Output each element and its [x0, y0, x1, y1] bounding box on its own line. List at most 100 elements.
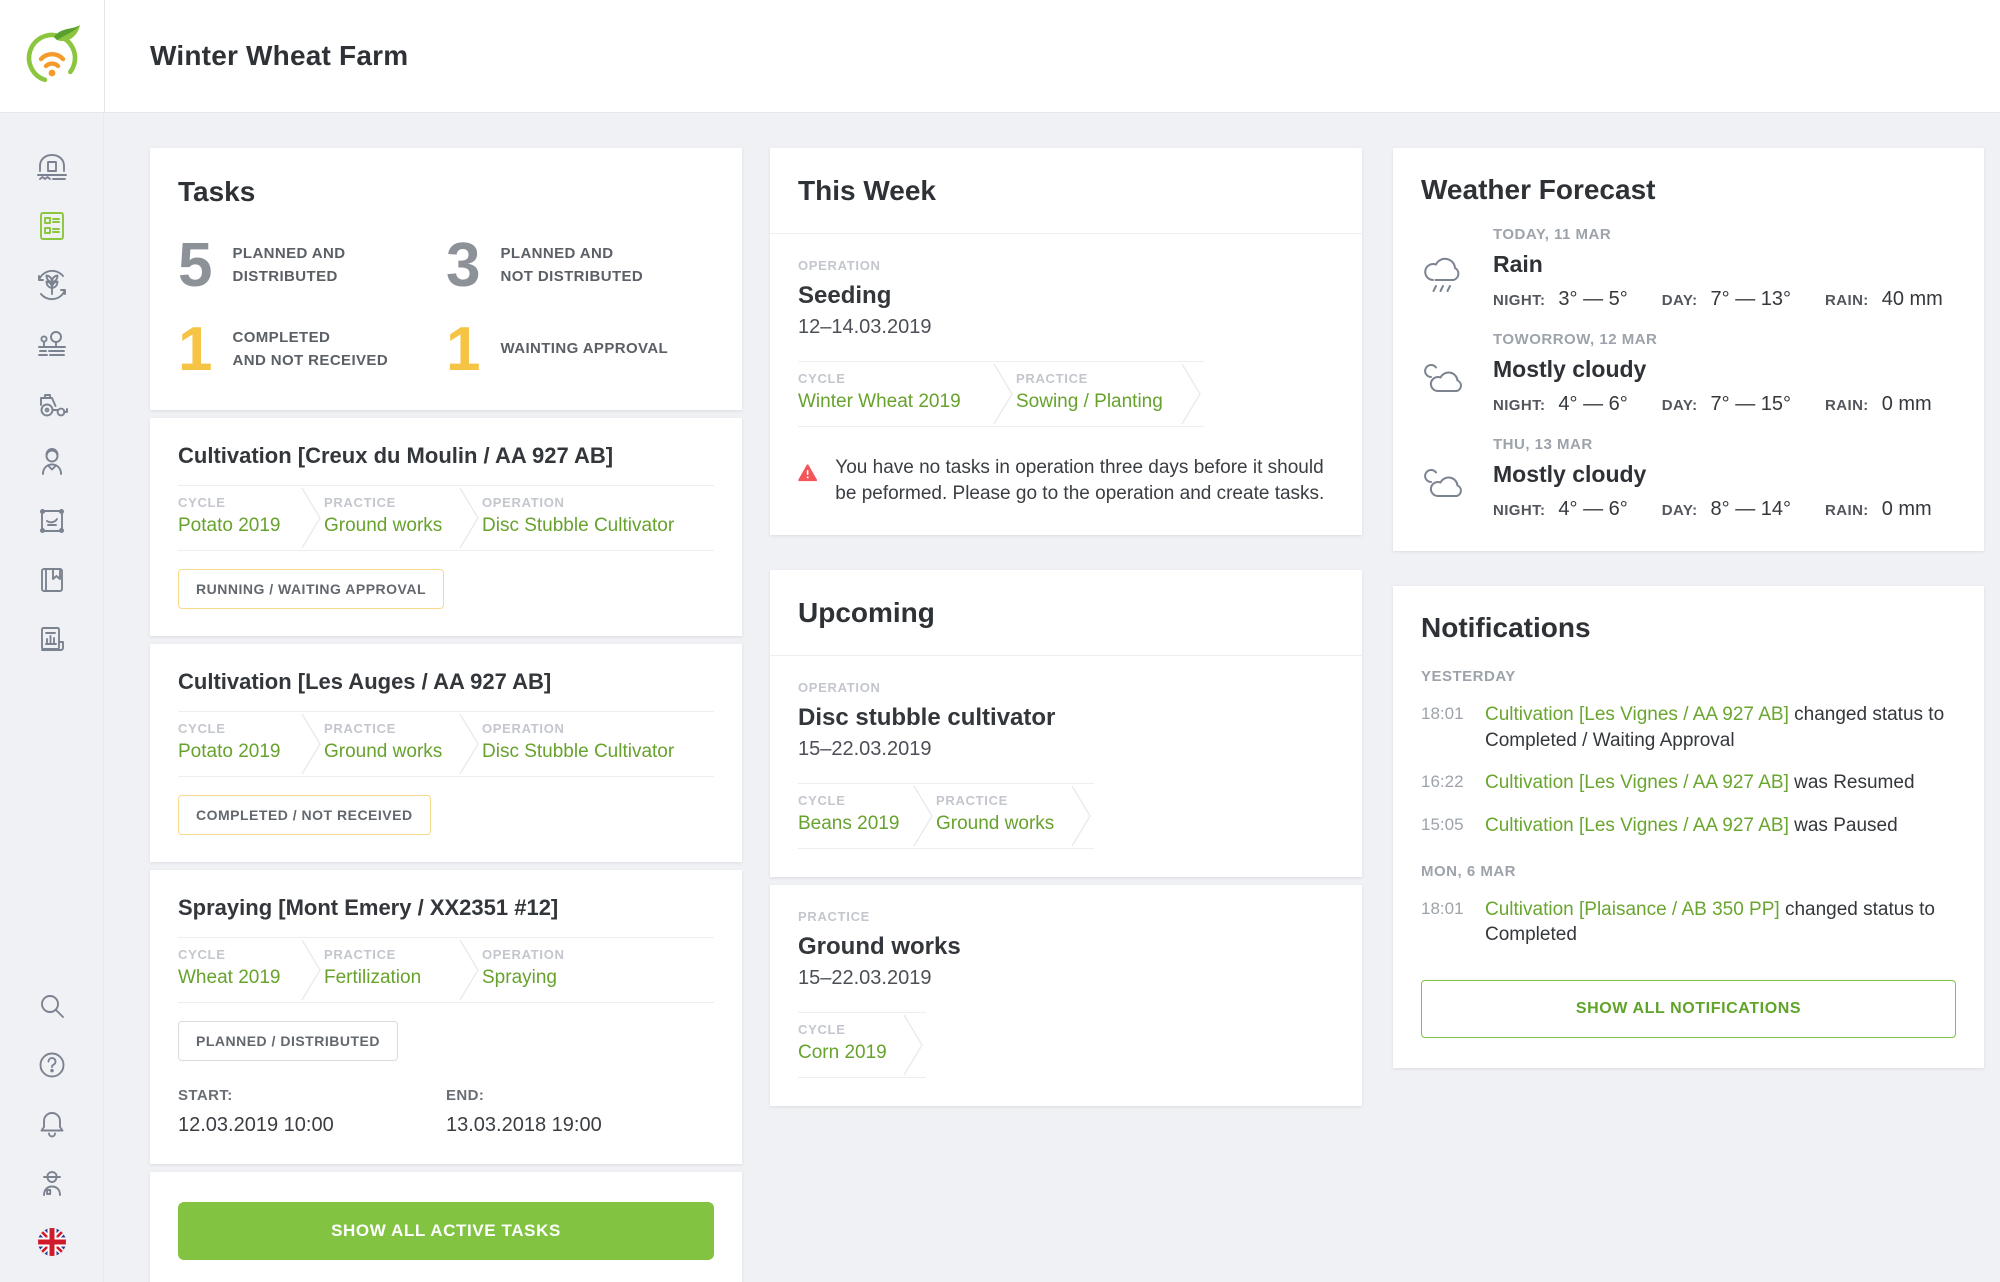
stat-value: 1 [446, 322, 480, 378]
rain-metric: RAIN:40 mm [1825, 288, 1943, 311]
tasks-stats: 5 PLANNED AND DISTRIBUTED 3 PLANNED AND … [178, 238, 714, 378]
weather-condition: Rain [1493, 251, 1977, 278]
notification-link[interactable]: Cultivation [Plaisance / AB 350 PP] [1485, 899, 1780, 920]
middle-column: This Week OPERATION Seeding 12–14.03.201… [770, 148, 1362, 1114]
upcoming-title: Upcoming [798, 597, 1334, 629]
machinery-icon[interactable] [34, 385, 70, 421]
stat-waiting-approval: 1 WAINTING APPROVAL [446, 322, 714, 378]
task-breadcrumb: CYCLE Potato 2019 PRACTICE Ground works … [178, 485, 714, 551]
task-item[interactable]: Cultivation [Creux du Moulin / AA 927 AB… [150, 418, 742, 636]
task-end: END: 13.03.2018 19:00 [446, 1087, 714, 1137]
weather-day-row: TOWORROW, 12 MAR Mostly cloudy NIGHT:4° … [1421, 331, 1956, 416]
notifications-title: Notifications [1421, 612, 1956, 644]
notification-row: 18:01 Cultivation [Les Vignes / AA 927 A… [1421, 702, 1956, 753]
notification-group-label: MON, 6 MAR [1421, 863, 1956, 880]
notification-link[interactable]: Cultivation [Les Vignes / AA 927 AB] [1485, 815, 1789, 836]
practice-dates: 15–22.03.2019 [798, 967, 1334, 990]
weather-day-info: THU, 13 MAR Mostly cloudy NIGHT:4° — 6° … [1493, 436, 1966, 521]
stat-planned-distributed: 5 PLANNED AND DISTRIBUTED [178, 238, 446, 294]
warning-text: You have no tasks in operation three day… [835, 455, 1334, 507]
chevron-separator-icon [990, 362, 1016, 426]
chevron-separator-icon [910, 784, 936, 848]
workers-icon[interactable] [34, 444, 70, 480]
warning-triangle-icon [798, 455, 817, 491]
fields-icon[interactable] [34, 326, 70, 362]
weather-day-info: TODAY, 11 MAR Rain NIGHT:3° — 5° DAY:7° … [1493, 226, 1977, 311]
chevron-separator-icon [456, 712, 482, 776]
notification-row: 16:22 Cultivation [Les Vignes / AA 927 A… [1421, 770, 1956, 796]
show-all-active-tasks-button[interactable]: SHOW ALL ACTIVE TASKS [178, 1202, 714, 1260]
task-start: START: 12.03.2019 10:00 [178, 1087, 446, 1137]
weather-date: TODAY, 11 MAR [1493, 226, 1977, 243]
notification-text: Cultivation [Les Vignes / AA 927 AB] cha… [1485, 702, 1956, 753]
weather-day-info: TOWORROW, 12 MAR Mostly cloudy NIGHT:4° … [1493, 331, 1966, 416]
notification-text: Cultivation [Les Vignes / AA 927 AB] was… [1485, 813, 1898, 839]
crop-rotation-icon[interactable] [34, 267, 70, 303]
notification-link[interactable]: Cultivation [Les Vignes / AA 927 AB] [1485, 772, 1789, 793]
help-icon[interactable] [34, 1047, 70, 1083]
operation-name[interactable]: Seeding [798, 282, 1334, 310]
night-metric: NIGHT:4° — 6° [1493, 393, 1628, 416]
breadcrumb-operation: OPERATION Disc Stubble Cultivator [482, 486, 676, 550]
night-metric: NIGHT:3° — 5° [1493, 288, 1628, 311]
right-column: Weather Forecast TODAY, 11 MAR Rain NIGH… [1393, 148, 1984, 1076]
operation-name[interactable]: Disc stubble cultivator [798, 704, 1334, 732]
task-breadcrumb: CYCLE Wheat 2019 PRACTICE Fertilization … [178, 937, 714, 1003]
top-header: Winter Wheat Farm [0, 0, 2000, 113]
day-metric: DAY:8° — 14° [1662, 498, 1791, 521]
weather-day-row: THU, 13 MAR Mostly cloudy NIGHT:4° — 6° … [1421, 436, 1956, 521]
day-metric: DAY:7° — 15° [1662, 393, 1791, 416]
task-item[interactable]: Spraying [Mont Emery / XX2351 #12] CYCLE… [150, 870, 742, 1164]
status-badge: RUNNING / WAITING APPROVAL [178, 569, 444, 609]
operation-dates: 12–14.03.2019 [798, 316, 1334, 339]
reports-icon[interactable] [34, 621, 70, 657]
stat-value: 5 [178, 238, 212, 294]
notification-group-label: YESTERDAY [1421, 668, 1956, 685]
operation-breadcrumb: CYCLE Winter Wheat 2019 PRACTICE Sowing … [798, 361, 1204, 427]
breadcrumb-cycle: CYCLE Potato 2019 [178, 486, 298, 550]
task-item[interactable]: Cultivation [Les Auges / AA 927 AB] CYCL… [150, 644, 742, 862]
tasks-card-title: Tasks [178, 176, 714, 208]
rain-metric: RAIN:0 mm [1825, 393, 1932, 416]
this-week-card: This Week OPERATION Seeding 12–14.03.201… [770, 148, 1362, 535]
inventory-icon[interactable] [34, 503, 70, 539]
notification-row: 18:01 Cultivation [Plaisance / AB 350 PP… [1421, 897, 1956, 948]
operation-breadcrumb: CYCLE Beans 2019 PRACTICE Ground works [798, 783, 1094, 849]
farm-icon[interactable] [34, 149, 70, 185]
profile-icon[interactable] [34, 1165, 70, 1201]
notification-link[interactable]: Cultivation [Les Vignes / AA 927 AB] [1485, 704, 1789, 725]
chevron-separator-icon [298, 486, 324, 550]
stat-label: PLANNED AND NOT DISTRIBUTED [500, 243, 643, 288]
language-flag-icon[interactable] [34, 1224, 70, 1260]
stat-value: 1 [178, 322, 212, 378]
upcoming-item: PRACTICE Ground works 15–22.03.2019 CYCL… [770, 885, 1362, 1106]
practice-label: PRACTICE [798, 909, 1334, 924]
rain-metric: RAIN:0 mm [1825, 498, 1932, 521]
stat-planned-not-distributed: 3 PLANNED AND NOT DISTRIBUTED [446, 238, 714, 294]
weather-metrics: NIGHT:3° — 5° DAY:7° — 13° RAIN:40 mm [1493, 288, 1977, 311]
breadcrumb-cycle: CYCLE Winter Wheat 2019 [798, 362, 990, 426]
night-metric: NIGHT:4° — 6° [1493, 498, 1628, 521]
clouds-icon [1421, 464, 1467, 521]
show-all-notifications-button[interactable]: SHOW ALL NOTIFICATIONS [1421, 980, 1956, 1038]
breadcrumb-operation: OPERATION Disc Stubble Cultivator [482, 712, 676, 776]
upcoming-title-row: Upcoming [770, 570, 1362, 656]
breadcrumb-practice: PRACTICE Ground works [324, 712, 456, 776]
practice-name[interactable]: Ground works [798, 933, 1334, 961]
tasks-icon[interactable] [34, 208, 70, 244]
bell-icon[interactable] [34, 1106, 70, 1142]
notification-time: 18:01 [1421, 897, 1485, 948]
upcoming-card: Upcoming OPERATION Disc stubble cultivat… [770, 570, 1362, 877]
notification-text: Cultivation [Les Vignes / AA 927 AB] was… [1485, 770, 1915, 796]
breadcrumb-cycle: CYCLE Corn 2019 [798, 1013, 900, 1077]
chevron-separator-icon [456, 938, 482, 1002]
journal-icon[interactable] [34, 562, 70, 598]
app-logo[interactable] [0, 0, 105, 112]
dashboard-root: Winter Wheat Farm [0, 0, 2000, 1282]
brand-leaf-wifi-icon [18, 22, 86, 90]
page-title: Winter Wheat Farm [150, 0, 408, 112]
breadcrumb-practice: PRACTICE Sowing / Planting [1016, 362, 1178, 426]
notification-row: 15:05 Cultivation [Les Vignes / AA 927 A… [1421, 813, 1956, 839]
breadcrumb-cycle: CYCLE Wheat 2019 [178, 938, 298, 1002]
search-icon[interactable] [34, 988, 70, 1024]
